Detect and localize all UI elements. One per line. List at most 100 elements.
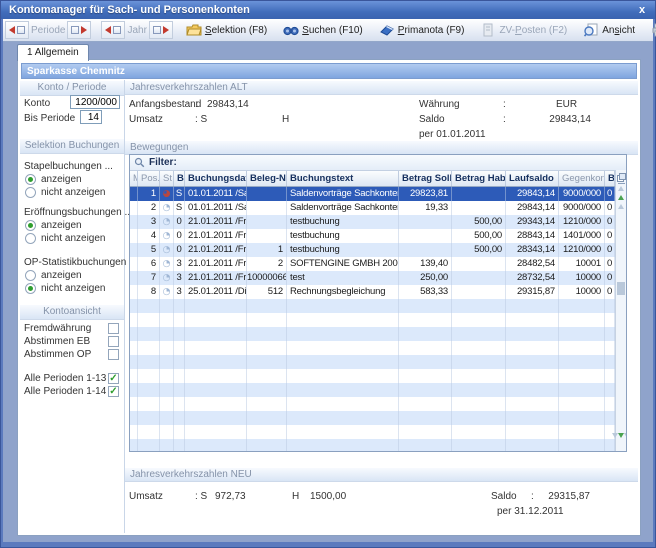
column-header-pos-[interactable]: Pos.▼ — [138, 171, 160, 186]
periode-label: Periode — [31, 25, 65, 36]
cell-st: ◔ — [160, 285, 174, 299]
tab-allgemein[interactable]: 1 Allgemein — [17, 44, 89, 61]
cell-gegenkonto: 1401/000 — [559, 229, 605, 243]
table-row-empty — [130, 355, 615, 369]
checkbox-fremdwaehrung[interactable] — [108, 323, 119, 334]
cell-soll: 250,00 — [399, 271, 452, 285]
cell-soll — [399, 313, 452, 327]
bis-periode-label: Bis Periode — [24, 113, 75, 124]
close-icon[interactable]: x — [633, 4, 651, 16]
cell-gegenkonto — [559, 341, 605, 355]
column-header-beleg-nr-[interactable]: Beleg-Nr. — [247, 171, 287, 186]
cell-pos — [138, 341, 160, 355]
column-header-m[interactable]: M — [130, 171, 138, 186]
table-row[interactable]: 2◔S01.01.2011 /SaSaldenvorträge Sachkont… — [130, 201, 615, 215]
cell-beleg — [247, 397, 287, 411]
periode-next-button[interactable] — [67, 21, 91, 39]
cell-b2: 0 — [605, 215, 615, 229]
cell-gegenkonto — [559, 313, 605, 327]
table-row[interactable]: 6◔321.01.2011 /Fr2SOFTENGINE GMBH 200001… — [130, 257, 615, 271]
book-icon — [379, 23, 395, 37]
cell-b2: 0 — [605, 229, 615, 243]
cell-datum — [185, 383, 247, 397]
cell-datum — [185, 411, 247, 425]
cell-gegenkonto — [559, 369, 605, 383]
cell-text — [287, 369, 399, 383]
periode-prev-button[interactable] — [5, 21, 29, 39]
ansicht-button[interactable]: Ansicht — [578, 21, 640, 39]
column-header-b[interactable]: B — [605, 171, 615, 186]
cell-datum: 21.01.2011 /Fr — [185, 243, 247, 257]
table-row[interactable]: 5◔021.01.2011 /Fr1testbuchung500,0028343… — [130, 243, 615, 257]
cell-beleg: 512 — [247, 285, 287, 299]
cell-m — [130, 215, 138, 229]
table-row[interactable]: 8◔325.01.2011 /Di512Rechnungsbegleichung… — [130, 285, 615, 299]
checkbox-abstimmen-op[interactable] — [108, 349, 119, 360]
table-row[interactable]: 3◔021.01.2011 /Frtestbuchung500,0029343,… — [130, 215, 615, 229]
umsatz-neu-soll-prefix: : S — [195, 491, 207, 502]
cell-pos — [138, 299, 160, 313]
suchen-button[interactable]: Suchen (F10) — [278, 21, 368, 39]
cell-m — [130, 299, 138, 313]
filter-row[interactable]: Filter: — [130, 155, 626, 171]
grid-tool-icon[interactable] — [623, 282, 625, 295]
radio-stapel-anzeigen[interactable] — [25, 174, 36, 185]
cell-beleg: 2 — [247, 257, 287, 271]
cell-pos — [138, 411, 160, 425]
cell-soll — [399, 327, 452, 341]
cell-text: testbuchung — [287, 229, 399, 243]
colon: : — [503, 99, 506, 110]
radio-eroeffnung-anzeigen[interactable] — [25, 220, 36, 231]
cell-saldo: 29843,14 — [506, 201, 559, 215]
radio-eroeffnung-nicht-anzeigen[interactable] — [25, 233, 36, 244]
radio-label: nicht anzeigen — [41, 283, 106, 294]
cell-haben — [452, 439, 506, 452]
radio-stapel-nicht-anzeigen[interactable] — [25, 187, 36, 198]
drucken-button[interactable]: Drucken — [646, 21, 656, 39]
jahr-next-button[interactable] — [149, 21, 173, 39]
column-header-gegenkonto[interactable]: Gegenkonto — [559, 171, 605, 186]
cell-soll — [399, 341, 452, 355]
cell-text — [287, 397, 399, 411]
checkbox-alle-perioden-14[interactable] — [108, 386, 119, 397]
column-header-betrag-haben[interactable]: Betrag Haben — [452, 171, 506, 186]
column-header-laufsaldo[interactable]: Laufsaldo — [506, 171, 559, 186]
scroll-to-top-icon[interactable] — [618, 186, 624, 191]
umsatz-neu-soll-value: 972,73 — [215, 491, 246, 502]
radio-op-nicht-anzeigen[interactable] — [25, 283, 36, 294]
arrow-left-icon — [105, 26, 111, 34]
scroll-to-bottom-icon[interactable] — [624, 433, 627, 449]
cell-beleg — [247, 355, 287, 369]
scroll-page-up-icon[interactable] — [618, 204, 624, 209]
konto-input[interactable] — [70, 95, 120, 109]
checkbox-abstimmen-eb[interactable] — [108, 336, 119, 347]
table-row[interactable]: 1◕S01.01.2011 /SaSaldenvorträge Sachkont… — [130, 187, 615, 201]
cell-text — [287, 411, 399, 425]
saldo-alt-label: Saldo — [419, 114, 445, 125]
selektion-button[interactable]: Selektion (F8) — [181, 21, 272, 39]
column-header-buchungstext[interactable]: Buchungstext — [287, 171, 399, 186]
scroll-to-top-icon[interactable] — [618, 183, 625, 184]
column-header-buchungsdatum[interactable]: Buchungsdatum — [185, 171, 247, 186]
title-bar: Kontomanager für Sach- und Personenkonte… — [1, 1, 655, 19]
primanota-button[interactable]: Primanota (F9) — [374, 21, 470, 39]
cell-beleg: 1 — [247, 243, 287, 257]
column-header-b[interactable]: B — [174, 171, 185, 186]
table-row[interactable]: 4◔021.01.2011 /Frtestbuchung500,0028843,… — [130, 229, 615, 243]
cell-beleg — [247, 187, 287, 201]
table-row[interactable]: 7◔321.01.2011 /Fr10000066test250,0028732… — [130, 271, 615, 285]
table-row-empty — [130, 425, 615, 439]
radio-op-anzeigen[interactable] — [25, 270, 36, 281]
search-icon — [134, 157, 145, 168]
column-header-st[interactable]: St — [160, 171, 174, 186]
jahr-prev-button[interactable] — [101, 21, 125, 39]
column-header-betrag-soll[interactable]: Betrag Soll — [399, 171, 452, 186]
scroll-up-icon[interactable] — [618, 195, 624, 200]
bis-periode-input[interactable] — [80, 110, 102, 124]
grid-layout-icon[interactable] — [617, 173, 626, 182]
cell-pos — [138, 425, 160, 439]
cell-b: S — [174, 187, 185, 201]
checkbox-alle-perioden-13[interactable] — [108, 373, 119, 384]
check-label-abstimmen-eb: Abstimmen EB — [24, 336, 90, 347]
cell-st: ◔ — [160, 243, 174, 257]
